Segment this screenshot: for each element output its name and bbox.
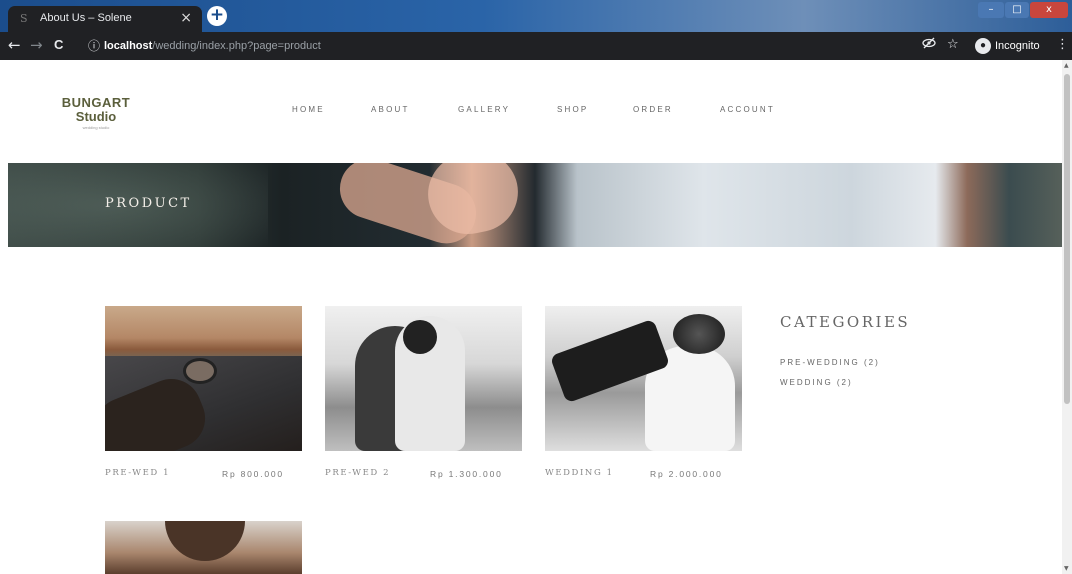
- window-close-button[interactable]: x: [1030, 2, 1068, 18]
- nav-account[interactable]: ACCOUNT: [720, 105, 775, 114]
- product-name[interactable]: PRE-WED 2: [325, 468, 390, 478]
- couple-head: [403, 320, 437, 354]
- scroll-down-icon[interactable]: ▼: [1064, 565, 1069, 572]
- product-price: Rp 2.000.000: [650, 469, 723, 479]
- back-arrow-icon[interactable]: ←: [8, 37, 21, 53]
- category-pre-wedding[interactable]: PRE-WEDDING (2): [780, 358, 880, 367]
- tree-foliage: [673, 314, 725, 354]
- logo-line-2: Studio: [75, 109, 117, 124]
- product-image-4[interactable]: [105, 521, 302, 574]
- product-name[interactable]: WEDDING 1: [545, 468, 614, 478]
- browser-tab[interactable]: S About Us – Solene ×: [8, 6, 202, 32]
- logo-tagline: wedding studio: [82, 125, 110, 130]
- category-wedding[interactable]: WEDDING (2): [780, 378, 853, 387]
- incognito-label: Incognito: [995, 40, 1040, 52]
- product-image-pre-wed-1[interactable]: [105, 306, 302, 451]
- nav-about[interactable]: ABOUT: [371, 105, 410, 114]
- forward-arrow-icon[interactable]: →: [30, 37, 43, 53]
- window-controls: – □ x: [978, 0, 1068, 20]
- product-name[interactable]: PRE-WED 1: [105, 468, 170, 478]
- product-price: Rp 800.000: [222, 469, 284, 479]
- portrait-hair: [165, 521, 245, 561]
- url-host: localhost: [104, 40, 153, 52]
- nav-shop[interactable]: SHOP: [557, 105, 588, 114]
- browser-toolbar: ← → C ⓘ localhost/wedding/index.php?page…: [0, 32, 1072, 60]
- logo-line-1: BUNGART: [61, 95, 131, 110]
- browser-tab-strip: S About Us – Solene × + – □ x: [0, 0, 1072, 32]
- nav-home[interactable]: HOME: [292, 105, 325, 114]
- product-image-wedding-1[interactable]: [545, 306, 742, 451]
- product-image-pre-wed-2[interactable]: [325, 306, 522, 451]
- window-minimize-button[interactable]: –: [978, 2, 1004, 18]
- tab-title: About Us – Solene: [40, 12, 132, 24]
- address-bar[interactable]: ⓘ localhost/wedding/index.php?page=produ…: [88, 36, 908, 56]
- incognito-indicator[interactable]: ● Incognito: [975, 36, 1040, 56]
- site-favicon-icon: S: [20, 12, 28, 25]
- nav-order[interactable]: ORDER: [633, 105, 673, 114]
- incognito-icon: ●: [975, 38, 991, 55]
- tab-close-icon[interactable]: ×: [180, 10, 192, 26]
- url-path: /wedding/index.php?page=product: [152, 40, 321, 52]
- eye-off-icon[interactable]: [922, 37, 936, 54]
- page-banner: PRODUCT: [8, 163, 1062, 247]
- reload-icon[interactable]: C: [54, 37, 63, 53]
- window-maximize-button[interactable]: □: [1005, 2, 1029, 18]
- motorcycle-mirror: [183, 358, 217, 384]
- site-info-icon[interactable]: ⓘ: [88, 36, 100, 56]
- browser-menu-icon[interactable]: ⋮: [1056, 37, 1069, 53]
- new-tab-button[interactable]: +: [207, 6, 227, 26]
- categories-heading: CATEGORIES: [780, 313, 911, 331]
- banner-title: PRODUCT: [105, 196, 192, 211]
- page-scrollbar[interactable]: ▲ ▼: [1062, 60, 1072, 574]
- scrollbar-thumb[interactable]: [1064, 74, 1070, 404]
- address-url: localhost/wedding/index.php?page=product: [104, 36, 321, 56]
- scroll-up-icon[interactable]: ▲: [1064, 62, 1069, 69]
- bookmark-star-icon[interactable]: ☆: [947, 37, 959, 53]
- nav-gallery[interactable]: GALLERY: [458, 105, 510, 114]
- product-price: Rp 1.300.000: [430, 469, 503, 479]
- site-logo[interactable]: BUNGART Studio wedding studio: [56, 96, 136, 131]
